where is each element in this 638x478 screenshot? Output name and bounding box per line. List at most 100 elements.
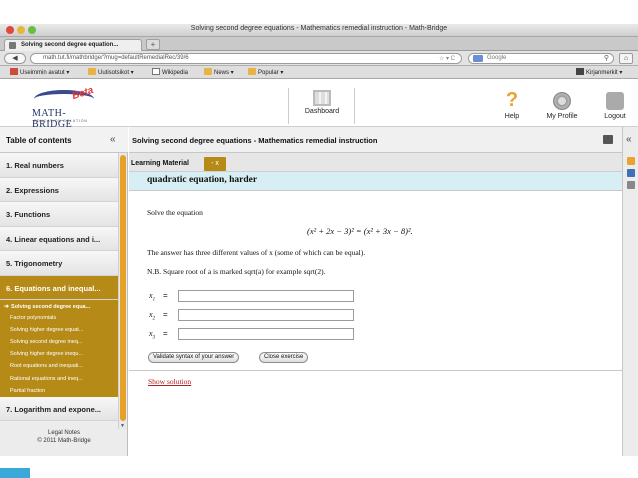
bookmarks-menu[interactable]: Kirjanmerkit ▾ — [576, 68, 622, 76]
toc-subitem[interactable]: Factor polynomials — [0, 312, 118, 324]
legal-notes-link[interactable]: Legal Notes — [0, 429, 128, 437]
exercise-header: quadratic equation, harder — [129, 172, 622, 190]
equals-sign: = — [163, 310, 168, 319]
help-label: Help — [504, 113, 520, 120]
profile-label: My Profile — [546, 113, 578, 120]
toc-subitem[interactable]: Root equations and inequali... — [0, 360, 118, 372]
collapse-right-icon[interactable]: « — [626, 134, 632, 145]
bookmark-item[interactable]: Popular ▾ — [248, 68, 283, 76]
folder-icon — [88, 68, 96, 75]
search-tool-icon[interactable] — [627, 181, 635, 189]
exercise-panel: quadratic equation, harder Solve the equ… — [129, 172, 622, 456]
bookmark-icon — [10, 68, 18, 75]
tab-learning-material[interactable]: Learning Material — [129, 157, 189, 172]
browser-tab-label: Solving second degree equation... — [21, 42, 119, 48]
toc-item-active[interactable]: 6. Equations and inequal... — [0, 275, 118, 300]
header-divider — [354, 88, 355, 124]
dashboard-label: Dashboard — [304, 108, 340, 115]
print-icon[interactable] — [603, 135, 613, 144]
reload-icon[interactable]: ☆ ▾ C — [439, 55, 455, 62]
toc-subitem[interactable]: Solving higher degree inequ... — [0, 348, 118, 360]
toc-item[interactable]: 2. Expressions — [0, 177, 118, 202]
answer-input-1[interactable] — [178, 290, 354, 302]
toc-subitem[interactable]: Rational equations and ineq... — [0, 373, 118, 385]
logo-subtext: EDUCATION SOLUTION — [34, 119, 88, 123]
toc-scrollbar[interactable]: ▼ — [118, 153, 127, 429]
home-button[interactable]: ⌂ — [619, 53, 633, 64]
equals-sign: = — [163, 329, 168, 338]
url-field[interactable]: math.tut.fi/mathbridge/?mug=defaultRemed… — [30, 53, 462, 64]
new-tab-button[interactable]: + — [146, 39, 160, 50]
tool-icon[interactable] — [627, 157, 635, 165]
toc-item[interactable]: 5. Trigonometry — [0, 251, 118, 276]
show-solution-link[interactable]: Show solution — [148, 377, 191, 386]
bookmark-item[interactable]: Wikipedia — [152, 68, 188, 76]
toc-item[interactable]: 7. Logarithm and expone... — [0, 396, 118, 422]
profile-button[interactable]: My Profile — [540, 90, 584, 120]
search-placeholder: Google — [487, 55, 507, 61]
browser-tabbar: Solving second degree equation... + — [0, 37, 638, 51]
main-header: Solving second degree equations - Mathem… — [129, 127, 622, 153]
toc-item[interactable]: 3. Functions — [0, 202, 118, 227]
bookmark-item[interactable]: Useimmin avatut ▾ — [10, 68, 69, 76]
toc-item[interactable]: 4. Linear equations and i... — [0, 226, 118, 251]
logout-label: Logout — [604, 113, 626, 120]
toc-scrollbar-thumb[interactable] — [120, 155, 126, 421]
toc-subitem[interactable]: Solving second degree ineq... — [0, 336, 118, 348]
right-rail: « — [622, 127, 638, 456]
folder-icon — [204, 68, 212, 75]
app-header: Beta MATH-BRIDGE EDUCATION SOLUTION Dash… — [0, 80, 638, 130]
window-titlebar: Solving second degree equations - Mathem… — [0, 24, 638, 37]
profile-gear-icon — [553, 92, 571, 110]
math-bridge-logo[interactable]: Beta MATH-BRIDGE EDUCATION SOLUTION — [28, 85, 106, 130]
bookmark-item[interactable]: News ▾ — [204, 68, 234, 76]
table-of-contents: Table of contents « 1. Real numbers 2. E… — [0, 127, 128, 456]
close-tab-button[interactable]: - x — [204, 157, 226, 171]
toc-subitem-current[interactable]: ➔ Solving second degree equa... — [0, 300, 118, 312]
browser-navbar: ◀ math.tut.fi/mathbridge/?mug=defaultRem… — [0, 51, 638, 66]
folder-icon — [248, 68, 256, 75]
sidebar-footer: Legal Notes © 2011 Math-Bridge — [0, 429, 128, 445]
toc-list: 1. Real numbers 2. Expressions 3. Functi… — [0, 153, 118, 422]
bookmarks-icon — [576, 68, 584, 75]
tool-icon[interactable] — [627, 169, 635, 177]
copyright-text: © 2011 Math-Bridge — [37, 438, 91, 444]
current-arrow-icon: ➔ — [4, 304, 10, 310]
back-button[interactable]: ◀ — [4, 53, 26, 64]
bookmark-item[interactable]: Uutisotsikot ▾ — [88, 68, 134, 76]
collapse-sidebar-icon[interactable]: « — [110, 134, 116, 145]
content-tabstrip: Learning Material - x — [129, 153, 622, 172]
logout-icon — [606, 92, 624, 110]
search-engine-icon[interactable] — [473, 55, 483, 62]
back-arrow-icon: ◀ — [12, 55, 18, 62]
toc-item[interactable]: 1. Real numbers — [0, 153, 118, 178]
exercise-prompt: Solve the equation — [147, 208, 203, 217]
validate-syntax-button[interactable]: Validate syntax of your answer — [148, 352, 240, 363]
answer-label: x3 — [149, 329, 156, 341]
window-title: Solving second degree equations - Mathem… — [190, 25, 448, 32]
favicon-icon — [9, 42, 16, 49]
screen: Solving second degree equations - Mathem… — [0, 0, 638, 478]
page-title: Solving second degree equations - Mathem… — [132, 136, 378, 145]
toc-subitem[interactable]: Partial fraction — [0, 385, 118, 397]
header-divider — [288, 88, 289, 124]
answer-input-2[interactable] — [178, 309, 354, 321]
logout-button[interactable]: Logout — [598, 90, 632, 120]
browser-tab[interactable]: Solving second degree equation... — [4, 39, 142, 51]
dashboard-button[interactable]: Dashboard — [298, 90, 346, 115]
search-icon[interactable]: ⚲ — [604, 54, 609, 62]
sqrt-note: N.B. Square root of a is marked sqrt(a) … — [147, 267, 326, 276]
answer-label: x1 — [149, 291, 156, 303]
equals-sign: = — [163, 291, 168, 300]
bookmarks-bar: Useimmin avatut ▾ Uutisotsikot ▾ Wikiped… — [0, 66, 638, 79]
divider — [129, 370, 622, 371]
close-exercise-button[interactable]: Close exercise — [259, 352, 309, 363]
toc-sublist: ➔ Solving second degree equa... Factor po… — [0, 300, 118, 397]
toc-subitem[interactable]: Solving higher degree equat... — [0, 324, 118, 336]
help-button[interactable]: ? Help — [498, 90, 526, 120]
toc-title: Table of contents — [6, 136, 72, 145]
answer-input-3[interactable] — [178, 328, 354, 340]
help-icon: ? — [505, 89, 519, 111]
exercise-title: quadratic equation, harder — [147, 175, 258, 185]
search-field[interactable]: Google ⚲ — [468, 53, 614, 64]
